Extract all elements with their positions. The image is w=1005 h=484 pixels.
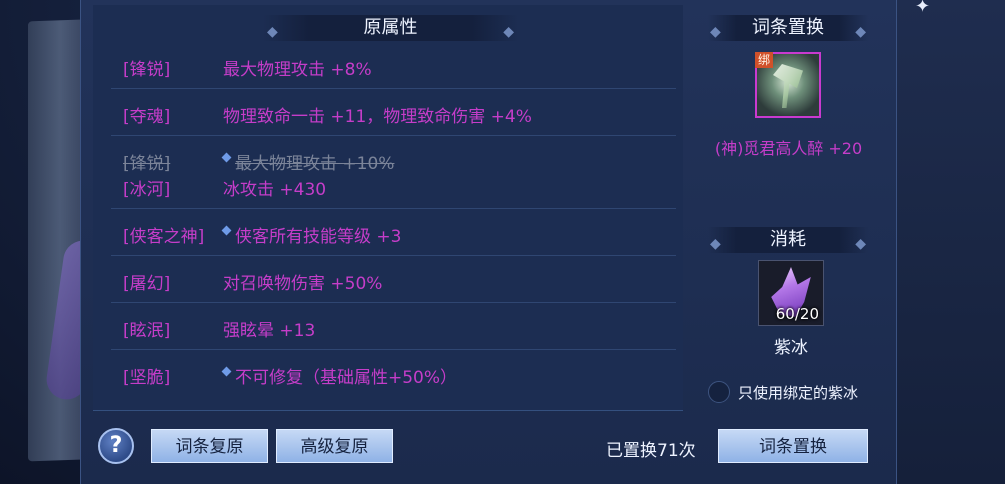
sparkle-icon: ✦ <box>915 0 931 17</box>
help-button[interactable]: ? <box>98 428 134 464</box>
advanced-restore-button[interactable]: 高级复原 <box>276 429 393 463</box>
attribute-value: 强眩晕 +13 <box>223 321 316 341</box>
attribute-value: 最大物理攻击 +8% <box>223 60 372 80</box>
original-attributes-area: ◆ 原属性 ◆ [锋锐] 最大物理攻击 +8% [夺魂] 物理致命一击 +11，… <box>93 5 683 411</box>
original-attributes-header: ◆ 原属性 ◆ <box>263 15 518 41</box>
lock-diamond-icon <box>221 225 232 236</box>
attribute-label: [屠幻] <box>123 274 171 294</box>
lock-diamond-icon <box>221 152 232 163</box>
restore-button[interactable]: 词条复原 <box>151 429 268 463</box>
replace-title: 词条置换 <box>752 17 824 38</box>
attribute-label: [侠客之神] <box>123 227 205 247</box>
bound-badge: 绑 <box>755 52 774 68</box>
header-decoration-icon: ◆ <box>710 24 721 40</box>
header-decoration-icon: ◆ <box>855 236 866 252</box>
replace-count-text: 已置换71次 <box>606 441 696 461</box>
new-attribute-value: 冰攻击 +430 <box>223 180 327 200</box>
attribute-value: 侠客所有技能等级 +3 <box>235 227 402 247</box>
consume-count: 60/20 <box>775 305 819 323</box>
consume-title: 消耗 <box>770 229 806 250</box>
attribute-row[interactable]: [眩泯] 强眩晕 +13 <box>111 303 676 350</box>
lock-diamond-icon <box>221 366 232 377</box>
attribute-value: 对召唤物伤害 +50% <box>223 274 383 294</box>
old-attribute-value: 最大物理攻击 +10% <box>235 154 395 174</box>
axe-weapon-icon <box>773 64 803 108</box>
consume-header: ◆ 消耗 ◆ <box>708 227 868 253</box>
equipment-name: (神)觅君高人醉 +20 <box>714 139 863 158</box>
header-decoration-icon: ◆ <box>710 236 721 252</box>
old-attribute-label: [锋锐] <box>123 154 171 174</box>
attribute-replace-panel: ◆ 原属性 ◆ [锋锐] 最大物理攻击 +8% [夺魂] 物理致命一击 +11，… <box>80 0 897 484</box>
replace-header: ◆ 词条置换 ◆ <box>708 15 868 41</box>
attribute-label: [坚脆] <box>123 368 171 388</box>
consume-material-slot[interactable]: 60/20 <box>758 260 824 326</box>
attribute-row[interactable]: [夺魂] 物理致命一击 +11，物理致命伤害 +4% <box>111 89 676 136</box>
attribute-label: [锋锐] <box>123 60 171 80</box>
header-decoration-icon: ◆ <box>855 24 866 40</box>
original-attributes-title: 原属性 <box>363 17 418 38</box>
attribute-row[interactable]: [屠幻] 对召唤物伤害 +50% <box>111 256 676 303</box>
attribute-value: 物理致命一击 +11，物理致命伤害 +4% <box>223 107 532 127</box>
attribute-row-replaced[interactable]: [锋锐] 最大物理攻击 +10% [冰河] 冰攻击 +430 <box>111 136 676 209</box>
background-right <box>893 0 1005 484</box>
equipment-slot[interactable]: 绑 <box>755 52 821 118</box>
attribute-label: [眩泯] <box>123 321 171 341</box>
bound-only-option[interactable]: 只使用绑定的紫冰 <box>708 380 893 406</box>
attribute-label: [夺魂] <box>123 107 171 127</box>
replace-side-panel: ◆ 词条置换 ◆ 绑 (神)觅君高人醉 +20 ◆ 消耗 ◆ 60/20 紫冰 … <box>686 5 891 410</box>
new-attribute-label: [冰河] <box>123 180 171 200</box>
attribute-row[interactable]: [侠客之神] 侠客所有技能等级 +3 <box>111 209 676 256</box>
bound-only-radio[interactable] <box>708 381 730 403</box>
attribute-row[interactable]: [锋锐] 最大物理攻击 +8% <box>111 42 676 89</box>
bound-only-label: 只使用绑定的紫冰 <box>738 384 859 402</box>
replace-button[interactable]: 词条置换 <box>718 429 868 463</box>
attribute-row[interactable]: [坚脆] 不可修复（基础属性+50%） <box>111 350 676 396</box>
consume-material-name: 紫冰 <box>774 338 808 358</box>
attribute-value: 不可修复（基础属性+50%） <box>235 368 458 388</box>
